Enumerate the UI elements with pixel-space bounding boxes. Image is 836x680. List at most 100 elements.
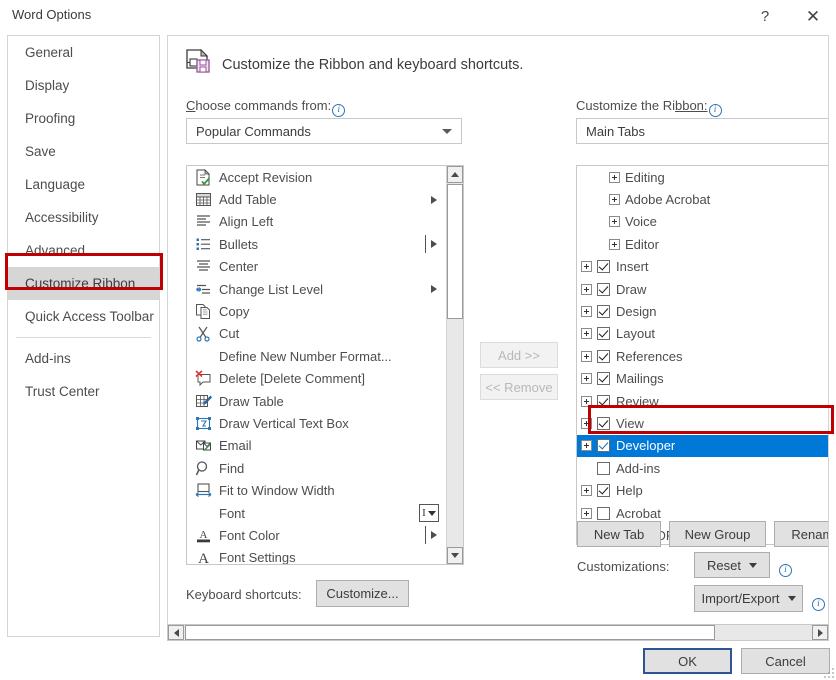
scroll-left-button[interactable] — [168, 625, 184, 640]
command-list-item[interactable]: AFont Settings — [187, 547, 446, 564]
commands-vertical-scrollbar[interactable] — [446, 166, 463, 564]
close-icon[interactable]: ✕ — [790, 0, 836, 33]
submenu-split-arrow-icon[interactable] — [425, 235, 437, 253]
ribbon-tree-item[interactable]: Mailings — [577, 368, 829, 390]
resize-grip[interactable] — [824, 668, 834, 678]
sidebar-item-accessibility[interactable]: Accessibility — [8, 201, 159, 234]
import-export-button[interactable]: Import/Export — [694, 585, 803, 612]
command-list-item[interactable]: Center — [187, 256, 446, 278]
ok-button[interactable]: OK — [643, 648, 732, 674]
scroll-right-button[interactable] — [812, 625, 828, 640]
expand-icon[interactable] — [581, 508, 592, 519]
ribbon-tree-item[interactable]: View — [577, 412, 829, 434]
ribbon-tree-item[interactable]: Design — [577, 300, 829, 322]
ribbon-tab-checkbox[interactable] — [597, 350, 610, 363]
expand-icon[interactable] — [581, 396, 592, 407]
choose-commands-dropdown[interactable]: Popular Commands — [186, 118, 462, 144]
ribbon-tree-listbox[interactable]: EditingAdobe AcrobatVoiceEditorInsertDra… — [576, 165, 829, 545]
ribbon-tab-checkbox[interactable] — [597, 260, 610, 273]
sidebar-item-customize-ribbon[interactable]: Customize Ribbon — [8, 267, 159, 300]
sidebar-item-proofing[interactable]: Proofing — [8, 102, 159, 135]
ribbon-tree-item[interactable]: Editing — [577, 166, 829, 188]
ribbon-tree-item[interactable]: Layout — [577, 323, 829, 345]
expand-icon[interactable] — [581, 328, 592, 339]
scroll-thumb[interactable] — [447, 184, 463, 319]
ribbon-tab-checkbox[interactable] — [597, 283, 610, 296]
command-list-item[interactable]: Copy — [187, 300, 446, 322]
expand-icon[interactable] — [581, 261, 592, 272]
new-group-button[interactable]: New Group — [669, 521, 766, 547]
command-list-item[interactable]: Find — [187, 457, 446, 479]
ribbon-tab-checkbox[interactable] — [597, 372, 610, 385]
ribbon-tree-item[interactable]: Draw — [577, 278, 829, 300]
info-icon[interactable]: i — [779, 564, 792, 577]
ribbon-tree-item[interactable]: Developer — [577, 435, 829, 457]
command-list-item[interactable]: Fit to Window Width — [187, 479, 446, 501]
sidebar-item-language[interactable]: Language — [8, 168, 159, 201]
expand-icon[interactable] — [581, 284, 592, 295]
scroll-up-button[interactable] — [447, 166, 463, 183]
expand-icon[interactable] — [581, 373, 592, 384]
command-list-item[interactable]: Align Left — [187, 211, 446, 233]
cancel-button[interactable]: Cancel — [741, 648, 830, 674]
command-list-item[interactable]: Delete [Delete Comment] — [187, 368, 446, 390]
horizontal-scrollbar[interactable] — [167, 624, 829, 641]
expand-icon[interactable] — [581, 485, 592, 496]
sidebar-item-general[interactable]: General — [8, 36, 159, 69]
ribbon-tab-checkbox[interactable] — [597, 507, 610, 520]
sidebar-item-trust-center[interactable]: Trust Center — [8, 375, 159, 408]
ribbon-tree-item[interactable]: Voice — [577, 211, 829, 233]
submenu-arrow-icon[interactable] — [431, 196, 437, 204]
sidebar-item-quick-access-toolbar[interactable]: Quick Access Toolbar — [8, 300, 159, 333]
expand-icon[interactable] — [609, 239, 620, 250]
command-list-item[interactable]: Draw Table — [187, 390, 446, 412]
sidebar-item-save[interactable]: Save — [8, 135, 159, 168]
ribbon-tab-checkbox[interactable] — [597, 417, 610, 430]
ribbon-tree-item[interactable]: Add-ins — [577, 457, 829, 479]
sidebar-item-advanced[interactable]: Advanced — [8, 234, 159, 267]
expand-icon[interactable] — [581, 440, 592, 451]
reset-button[interactable]: Reset — [694, 552, 770, 578]
ribbon-tab-checkbox[interactable] — [597, 305, 610, 318]
remove-button[interactable]: << Remove — [480, 374, 558, 400]
expand-icon[interactable] — [581, 351, 592, 362]
command-list-item[interactable]: Draw Vertical Text Box — [187, 412, 446, 434]
command-list-item[interactable]: Bullets — [187, 233, 446, 255]
horizontal-scroll-thumb[interactable] — [185, 625, 715, 640]
ribbon-tree-item[interactable]: Review — [577, 390, 829, 412]
submenu-arrow-icon[interactable] — [431, 285, 437, 293]
sidebar-item-add-ins[interactable]: Add-ins — [8, 342, 159, 375]
command-list-item[interactable]: AFont Color — [187, 524, 446, 546]
customize-keyboard-button[interactable]: Customize... — [316, 580, 409, 607]
ribbon-tree-item[interactable]: Editor — [577, 233, 829, 255]
ribbon-tab-checkbox[interactable] — [597, 395, 610, 408]
ribbon-tab-checkbox[interactable] — [597, 484, 610, 497]
command-list-item[interactable]: Change List Level — [187, 278, 446, 300]
command-list-item[interactable]: Define New Number Format... — [187, 345, 446, 367]
ribbon-tree-item[interactable]: Insert — [577, 256, 829, 278]
command-list-item[interactable]: Add Table — [187, 188, 446, 210]
add-button[interactable]: Add >> — [480, 342, 558, 368]
sidebar-item-display[interactable]: Display — [8, 69, 159, 102]
ribbon-tree-item[interactable]: Help — [577, 479, 829, 501]
customize-ribbon-dropdown[interactable]: Main Tabs — [576, 118, 829, 144]
expand-icon[interactable] — [609, 216, 620, 227]
info-icon[interactable]: i — [709, 104, 722, 117]
info-icon[interactable]: i — [812, 598, 825, 611]
ribbon-tab-checkbox[interactable] — [597, 439, 610, 452]
available-commands-listbox[interactable]: Accept RevisionAdd TableAlign LeftBullet… — [186, 165, 464, 565]
rename-button[interactable]: Rename — [774, 521, 829, 547]
command-list-item[interactable]: Email — [187, 435, 446, 457]
expand-icon[interactable] — [581, 306, 592, 317]
expand-icon[interactable] — [581, 418, 592, 429]
combo-box-preview-icon[interactable]: I — [419, 504, 439, 522]
expand-icon[interactable] — [609, 194, 620, 205]
ribbon-tab-checkbox[interactable] — [597, 327, 610, 340]
command-list-item[interactable]: Cut — [187, 323, 446, 345]
scroll-down-button[interactable] — [447, 547, 463, 564]
ribbon-tree-item[interactable]: References — [577, 345, 829, 367]
info-icon[interactable]: i — [332, 104, 345, 117]
help-button[interactable]: ? — [742, 0, 788, 33]
ribbon-tree-item[interactable]: Adobe Acrobat — [577, 188, 829, 210]
submenu-split-arrow-icon[interactable] — [425, 526, 437, 544]
